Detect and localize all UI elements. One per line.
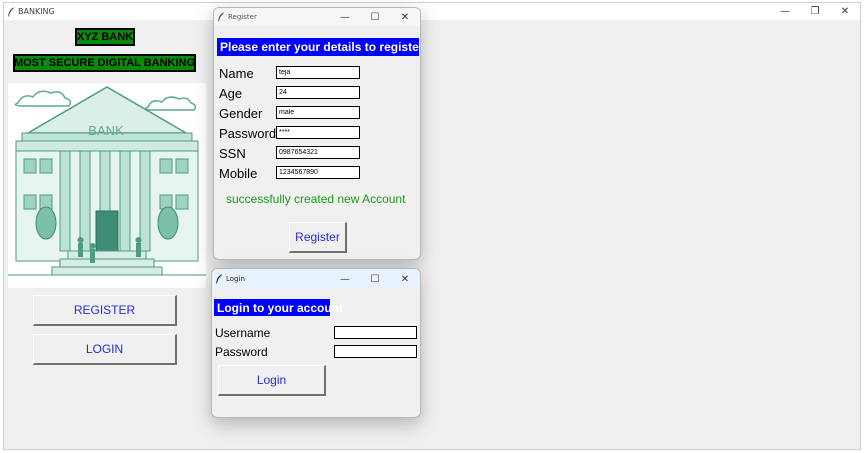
username-label: Username: [215, 326, 271, 340]
age-field[interactable]: [276, 86, 360, 99]
feather-icon: [8, 7, 14, 16]
ssn-label: SSN: [219, 146, 246, 161]
register-header: Please enter your details to register: [217, 38, 420, 56]
login-header: Login to your account: [214, 299, 343, 316]
mobile-field[interactable]: [276, 166, 360, 179]
register-button[interactable]: REGISTER: [33, 295, 177, 326]
password-field[interactable]: [334, 345, 417, 358]
maximize-icon[interactable]: ☐: [360, 269, 390, 289]
register-dialog-titlebar[interactable]: Register — ☐ ✕: [214, 8, 420, 26]
register-dialog-controls: — ☐ ✕: [330, 8, 420, 26]
minimize-icon[interactable]: —: [770, 3, 800, 20]
login-dialog-titlebar[interactable]: Login — ☐ ✕: [212, 269, 420, 289]
minimize-icon[interactable]: —: [330, 269, 360, 289]
main-window-controls: — ❐ ✕: [770, 3, 860, 20]
bank-sign: BANK: [88, 123, 124, 138]
login-submit-button[interactable]: Login: [218, 365, 326, 396]
password-label: Password: [219, 126, 277, 141]
password-label: Password: [215, 345, 268, 359]
tagline-label: MOST SECURE DIGITAL BANKING: [13, 54, 196, 72]
login-dialog-controls: — ☐ ✕: [330, 269, 420, 289]
bank-name-label: XYZ BANK: [75, 28, 135, 46]
feather-icon: [218, 12, 224, 22]
register-dialog: Register — ☐ ✕ Please enter your details…: [213, 7, 421, 260]
gender-field[interactable]: [276, 106, 360, 119]
close-icon[interactable]: ✕: [390, 8, 420, 26]
close-icon[interactable]: ✕: [390, 269, 420, 289]
restore-icon[interactable]: ❐: [800, 3, 830, 20]
minimize-icon[interactable]: —: [330, 8, 360, 26]
feather-icon: [216, 274, 222, 284]
password-field[interactable]: [276, 126, 360, 139]
mobile-label: Mobile: [219, 166, 258, 181]
main-window-title: BANKING: [18, 7, 55, 16]
name-label: Name: [219, 66, 254, 81]
login-dialog-title: Login: [226, 275, 245, 283]
username-field[interactable]: [334, 326, 417, 339]
status-message: successfully created new Account: [226, 192, 406, 206]
register-submit-button[interactable]: Register: [289, 222, 347, 253]
login-dialog: Login — ☐ ✕ Login to your account Userna…: [211, 268, 421, 418]
close-icon[interactable]: ✕: [830, 3, 860, 20]
maximize-icon[interactable]: ☐: [360, 8, 390, 26]
age-label: Age: [219, 86, 243, 101]
gender-label: Gender: [219, 106, 263, 121]
main-window: BANKING — ❐ ✕ XYZ BANK MOST SECURE DIGIT…: [3, 2, 861, 450]
name-field[interactable]: [276, 66, 360, 79]
bank-illustration: BANK: [8, 83, 206, 288]
login-button[interactable]: LOGIN: [33, 334, 177, 365]
ssn-field[interactable]: [276, 146, 360, 159]
register-dialog-title: Register: [228, 13, 257, 21]
main-titlebar[interactable]: BANKING — ❐ ✕: [4, 3, 860, 20]
